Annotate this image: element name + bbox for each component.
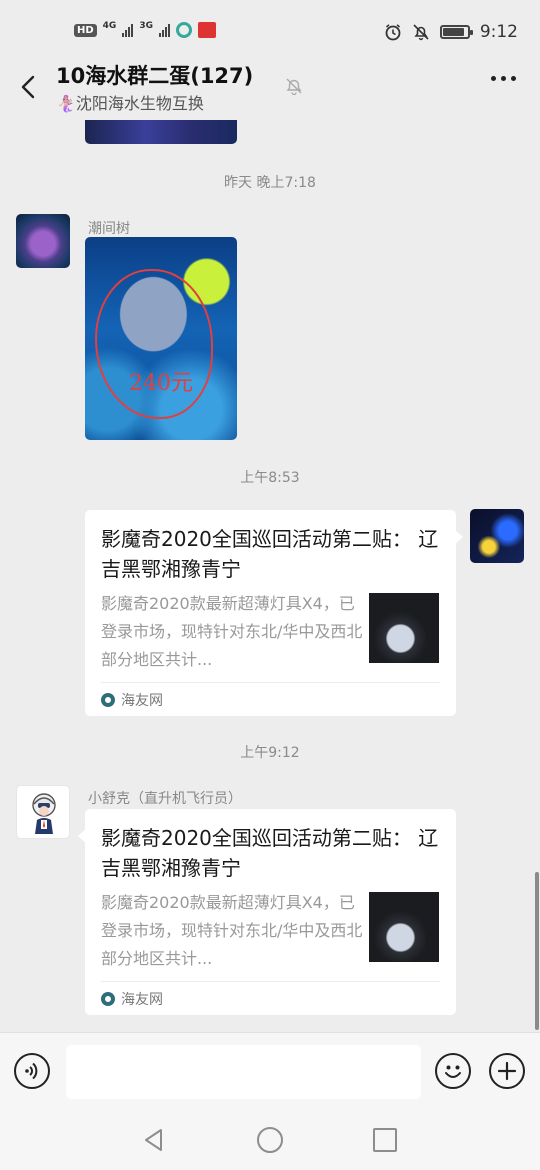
avatar[interactable] <box>16 785 70 839</box>
timestamp: 上午8:53 <box>240 470 300 486</box>
my-avatar[interactable] <box>470 509 524 563</box>
card-divider <box>101 981 440 982</box>
card-source-label: 海友网 <box>121 992 163 1008</box>
more-icon[interactable] <box>491 76 516 81</box>
source-app-icon <box>101 992 115 1006</box>
card-divider <box>101 682 440 683</box>
app-notification-icon-2 <box>197 22 216 38</box>
source-app-icon <box>101 693 115 707</box>
system-nav-bar <box>0 1110 540 1170</box>
status-bar-left: HD 4G 3G <box>74 21 216 38</box>
alarm-icon <box>385 24 401 41</box>
signal-icon-1 <box>122 23 134 37</box>
coral-photo-message[interactable]: 240元 <box>85 237 237 440</box>
status-bar: HD 4G 3G 9:12 <box>0 0 540 64</box>
card-title: 影魔奇2020全国巡回活动第二贴： 辽吉黑鄂湘豫青宁 <box>101 826 439 880</box>
clock: 9:12 <box>479 22 518 42</box>
input-bar <box>0 1032 540 1110</box>
nav-home-icon[interactable] <box>257 1127 283 1153</box>
previous-image-message[interactable] <box>85 120 237 144</box>
chat-header: 10海水群二蛋(127) 🧜🏼‍♀️沈阳海水生物互换 <box>0 56 540 120</box>
link-card-message[interactable]: 影魔奇2020全国巡回活动第二贴： 辽吉黑鄂湘豫青宁 影魔奇2020款最新超薄灯… <box>78 809 456 1015</box>
chat-subtitle[interactable]: 🧜🏼‍♀️沈阳海水生物互换 <box>56 90 204 114</box>
message-input[interactable] <box>66 1045 421 1099</box>
status-bar-right: 9:12 <box>384 22 518 42</box>
card-source: 海友网 <box>101 690 163 710</box>
card-thumbnail <box>369 593 439 663</box>
mute-icon <box>413 24 429 41</box>
bubble-tail <box>78 829 86 843</box>
emoji-icon[interactable] <box>435 1053 471 1089</box>
signal-icon-2 <box>158 23 170 37</box>
pilot-avatar-illustration <box>32 793 56 834</box>
nav-back-icon[interactable] <box>140 1126 168 1154</box>
sender-name: 小舒克（直升机飞行员） <box>88 791 242 807</box>
nav-recent-icon[interactable] <box>373 1128 397 1152</box>
card-thumbnail <box>369 892 439 962</box>
card-title: 影魔奇2020全国巡回活动第二贴： 辽吉黑鄂湘豫青宁 <box>101 527 439 581</box>
battery-icon <box>439 25 473 39</box>
avatar[interactable] <box>16 214 70 268</box>
plus-icon[interactable] <box>489 1053 525 1089</box>
photo-price-annotation: 240元 <box>129 371 193 396</box>
card-source-label: 海友网 <box>121 693 163 709</box>
chat-area[interactable]: 昨天 晚上7:18 潮间树 240元 上午8:53 影魔奇2020全国巡回活动第… <box>0 120 540 1032</box>
card-description: 影魔奇2020款最新超薄灯具X4，已登录市场，现特针对东北/华中及西北部分地区共… <box>101 893 363 968</box>
network-type-1: 4G <box>102 21 117 31</box>
sender-name: 潮间树 <box>88 221 130 237</box>
card-source: 海友网 <box>101 989 163 1009</box>
mute-bell-icon <box>286 78 302 96</box>
app-notification-icon <box>175 22 192 38</box>
hd-badge: HD <box>74 23 97 37</box>
voice-icon[interactable] <box>14 1053 50 1089</box>
card-description: 影魔奇2020款最新超薄灯具X4，已登录市场，现特针对东北/华中及西北部分地区共… <box>101 594 363 669</box>
chat-scrollbar[interactable] <box>535 872 539 1030</box>
timestamp: 上午9:12 <box>240 745 300 761</box>
bubble-tail <box>455 530 463 544</box>
back-arrow-icon[interactable] <box>14 72 44 102</box>
link-card-message[interactable]: 影魔奇2020全国巡回活动第二贴： 辽吉黑鄂湘豫青宁 影魔奇2020款最新超薄灯… <box>85 510 463 716</box>
timestamp: 昨天 晚上7:18 <box>224 175 316 191</box>
chat-title[interactable]: 10海水群二蛋(127) <box>56 60 253 90</box>
network-type-2: 3G <box>139 21 153 31</box>
